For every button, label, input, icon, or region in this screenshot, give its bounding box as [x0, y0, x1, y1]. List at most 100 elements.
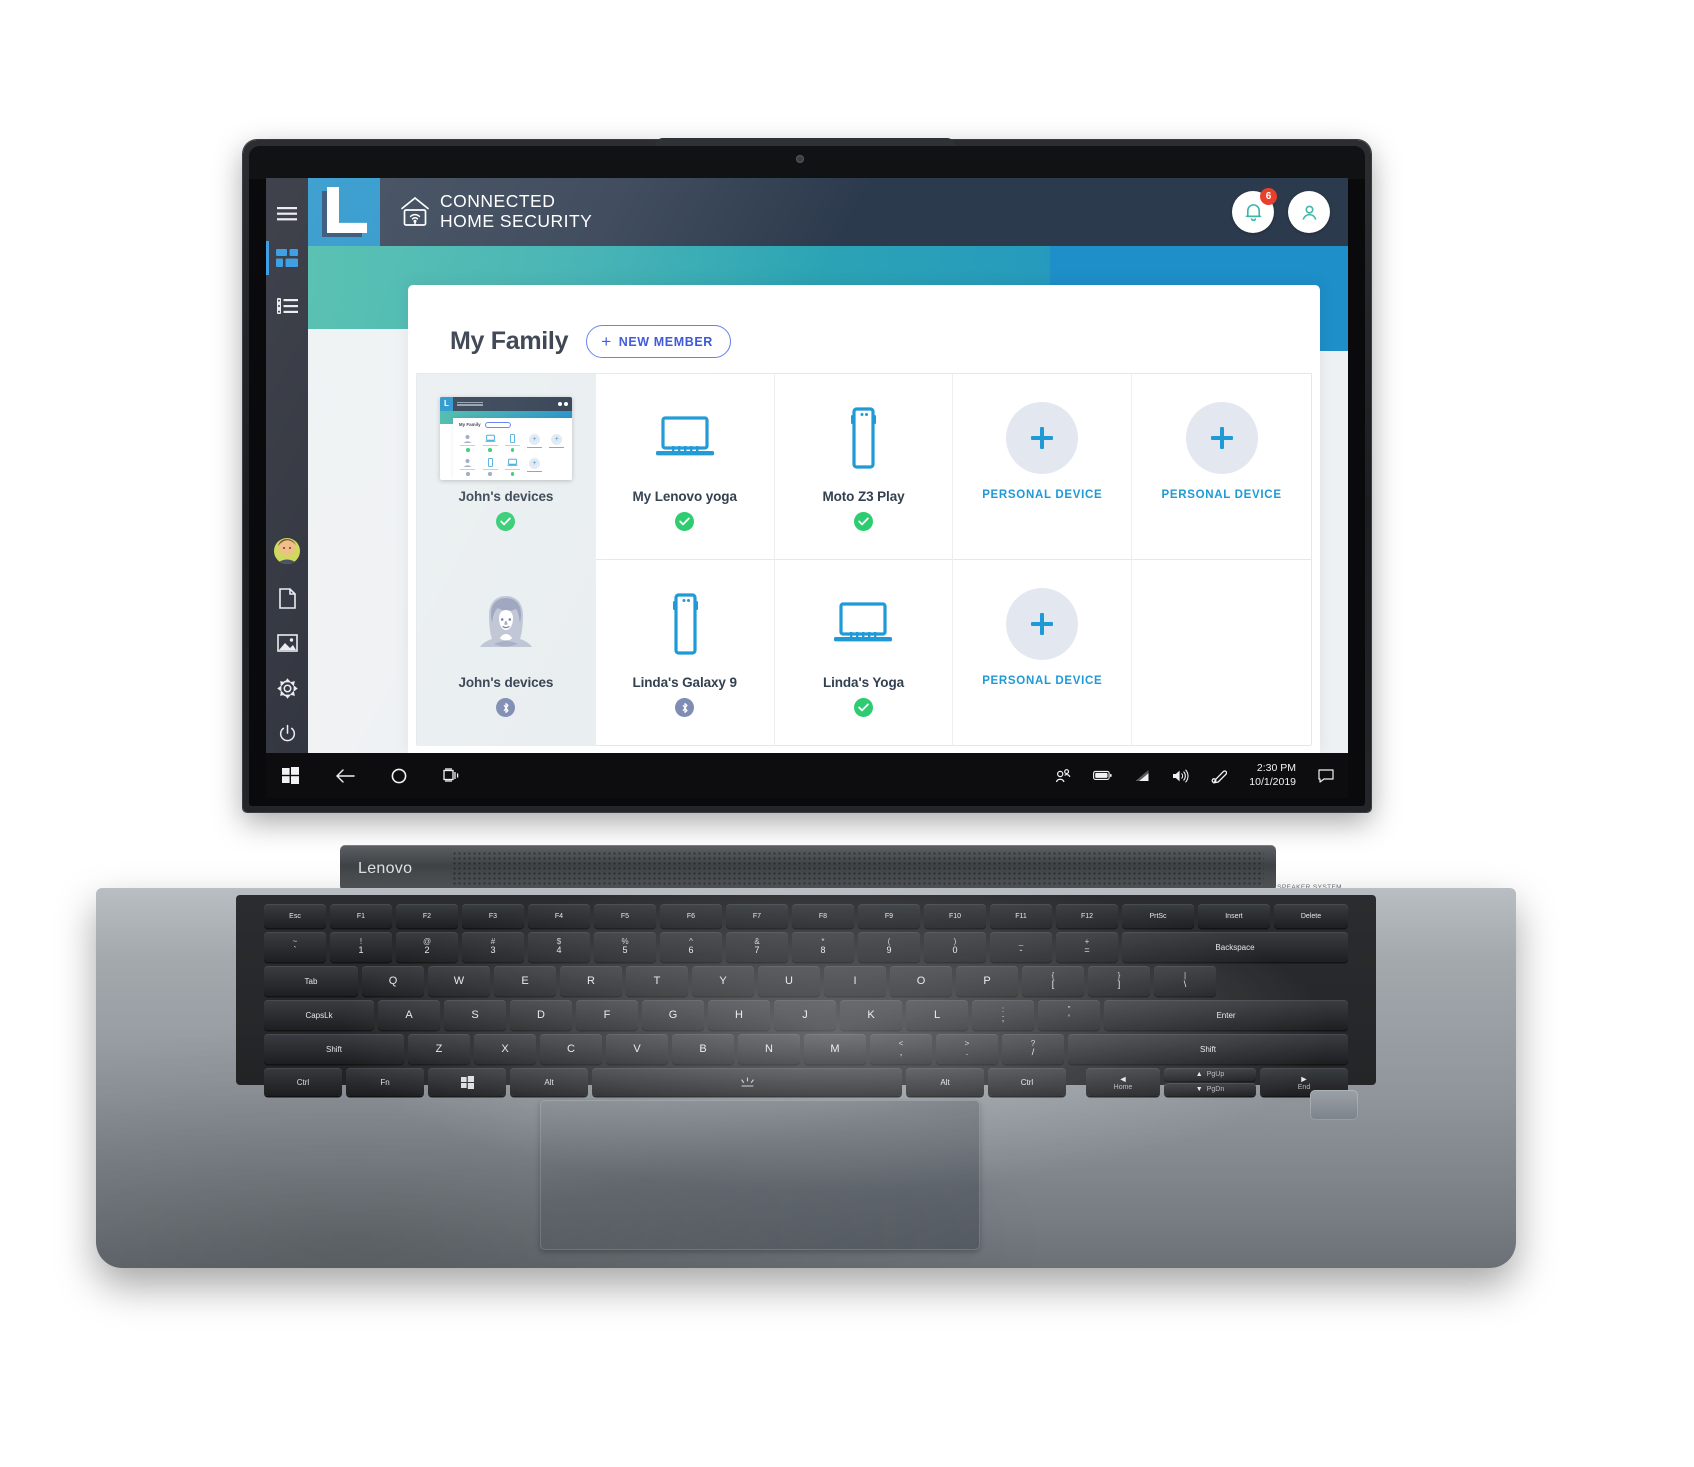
os-sidebar[interactable] — [266, 178, 308, 753]
key-t[interactable]: T — [626, 966, 688, 996]
device-card-lindas-galaxy-9[interactable]: Linda's Galaxy 9 — [596, 560, 775, 746]
key-g[interactable]: G — [642, 1000, 704, 1030]
key-ctrl-left[interactable]: Ctrl — [264, 1068, 342, 1096]
key-slash[interactable]: ? / — [1002, 1034, 1064, 1064]
key-windows[interactable] — [428, 1068, 506, 1096]
key-backslash[interactable]: | \ — [1154, 966, 1216, 996]
key-4[interactable]: $4 — [528, 932, 590, 962]
key-x[interactable]: X — [474, 1034, 536, 1064]
key-5[interactable]: % 5 — [594, 932, 656, 962]
key-period[interactable]: >. — [936, 1034, 998, 1064]
key-h[interactable]: H — [708, 1000, 770, 1030]
member-card-linda[interactable]: John's devices — [417, 560, 596, 746]
key-alt-left[interactable]: Alt — [510, 1068, 588, 1096]
people-icon[interactable] — [1055, 768, 1071, 783]
keyboard[interactable]: Esc F1 F2 F3 F4 F5 F6 F7 F8 F9 F10 F11 F… — [238, 896, 1374, 1096]
key-bracket-left[interactable]: {[ — [1022, 966, 1084, 996]
fingerprint-reader[interactable] — [1310, 1090, 1358, 1120]
device-card-my-lenovo-yoga[interactable]: My Lenovo yoga — [596, 374, 775, 560]
key-w[interactable]: W — [428, 966, 490, 996]
add-personal-device-card-2[interactable]: PERSONAL DEVICE — [1132, 374, 1311, 560]
key-m[interactable]: M — [804, 1034, 866, 1064]
key-e[interactable]: E — [494, 966, 556, 996]
key-insert[interactable]: Insert — [1198, 904, 1270, 928]
device-card-lindas-yoga[interactable]: Linda's Yoga — [775, 560, 954, 746]
key-q[interactable]: Q — [362, 966, 424, 996]
back-arrow-icon[interactable] — [335, 768, 355, 784]
key-page-down[interactable]: ▼ PgDn — [1164, 1083, 1256, 1096]
windows-start-icon[interactable] — [282, 767, 299, 784]
key-d[interactable]: D — [510, 1000, 572, 1030]
key-f5[interactable]: F5 — [594, 904, 656, 928]
key-r[interactable]: R — [560, 966, 622, 996]
key-j[interactable]: J — [774, 1000, 836, 1030]
key-alt-right[interactable]: Alt — [906, 1068, 984, 1096]
key-f7[interactable]: F7 — [726, 904, 788, 928]
key-f11[interactable]: F11 — [990, 904, 1052, 928]
dashboard-icon[interactable] — [266, 240, 308, 276]
wifi-icon[interactable] — [1134, 769, 1150, 782]
key-semicolon[interactable]: :; — [972, 1000, 1034, 1030]
key-2[interactable]: @2 — [396, 932, 458, 962]
notifications-button[interactable]: 6 — [1232, 188, 1277, 233]
hamburger-menu-icon[interactable] — [266, 196, 308, 232]
key-f3[interactable]: F3 — [462, 904, 524, 928]
key-f9[interactable]: F9 — [858, 904, 920, 928]
key-bracket-right[interactable]: }] — [1088, 966, 1150, 996]
key-ctrl-right[interactable]: Ctrl — [988, 1068, 1066, 1096]
key-f12[interactable]: F12 — [1056, 904, 1118, 928]
key-o[interactable]: O — [890, 966, 952, 996]
add-personal-device-card-1[interactable]: PERSONAL DEVICE — [953, 374, 1133, 560]
key-u[interactable]: U — [758, 966, 820, 996]
key-comma[interactable]: <, — [870, 1034, 932, 1064]
add-personal-device-card-3[interactable]: PERSONAL DEVICE — [953, 560, 1133, 746]
member-card-john[interactable]: L My Family + + + John's devices — [417, 374, 596, 560]
key-tab[interactable]: Tab — [264, 966, 358, 996]
user-avatar[interactable] — [266, 533, 308, 569]
key-1[interactable]: ! 1 — [330, 932, 392, 962]
key-prtsc[interactable]: PrtSc — [1122, 904, 1194, 928]
document-icon[interactable] — [266, 580, 308, 616]
key-minus[interactable]: _ - — [990, 932, 1052, 962]
key-7[interactable]: & 7 — [726, 932, 788, 962]
key-delete[interactable]: Delete — [1274, 904, 1348, 928]
key-f4[interactable]: F4 — [528, 904, 590, 928]
key-0[interactable]: ) 0 — [924, 932, 986, 962]
key-backspace[interactable]: Backspace — [1122, 932, 1348, 962]
gear-icon[interactable] — [266, 670, 308, 706]
key-f6[interactable]: F6 — [660, 904, 722, 928]
power-icon[interactable] — [266, 715, 308, 751]
trackpad[interactable] — [540, 1100, 980, 1250]
profile-button[interactable] — [1288, 191, 1330, 233]
key-f[interactable]: F — [576, 1000, 638, 1030]
new-member-button[interactable]: + NEW MEMBER — [586, 325, 731, 358]
key-enter[interactable]: Enter — [1104, 1000, 1348, 1030]
battery-icon[interactable] — [1093, 770, 1112, 781]
cortana-circle-icon[interactable] — [391, 768, 407, 784]
key-f2[interactable]: F2 — [396, 904, 458, 928]
key-esc[interactable]: Esc — [264, 904, 326, 928]
task-view-icon[interactable] — [443, 768, 461, 783]
key-i[interactable]: I — [824, 966, 886, 996]
key-quote[interactable]: " ' — [1038, 1000, 1100, 1030]
key-backtick[interactable]: ~ ` — [264, 932, 326, 962]
key-f10[interactable]: F10 — [924, 904, 986, 928]
key-shift-left[interactable]: Shift — [264, 1034, 404, 1064]
key-a[interactable]: A — [378, 1000, 440, 1030]
key-shift-right[interactable]: Shift — [1068, 1034, 1348, 1064]
image-icon[interactable] — [266, 625, 308, 661]
key-8[interactable]: * 8 — [792, 932, 854, 962]
key-arrow-left[interactable]: ◄ Home — [1086, 1068, 1160, 1096]
key-page-up[interactable]: ▲ PgUp — [1164, 1068, 1256, 1081]
key-9[interactable]: (9 — [858, 932, 920, 962]
device-card-moto-z3-play[interactable]: Moto Z3 Play — [775, 374, 954, 560]
taskbar-clock[interactable]: 2:30 PM 10/1/2019 — [1249, 762, 1296, 788]
key-capslock[interactable]: CapsLk — [264, 1000, 374, 1030]
key-equals[interactable]: + = — [1056, 932, 1118, 962]
action-center-icon[interactable] — [1318, 768, 1334, 783]
key-6[interactable]: ^ 6 — [660, 932, 722, 962]
key-f1[interactable]: F1 — [330, 904, 392, 928]
volume-icon[interactable] — [1172, 769, 1189, 783]
key-n[interactable]: N — [738, 1034, 800, 1064]
pen-icon[interactable] — [1211, 768, 1228, 784]
